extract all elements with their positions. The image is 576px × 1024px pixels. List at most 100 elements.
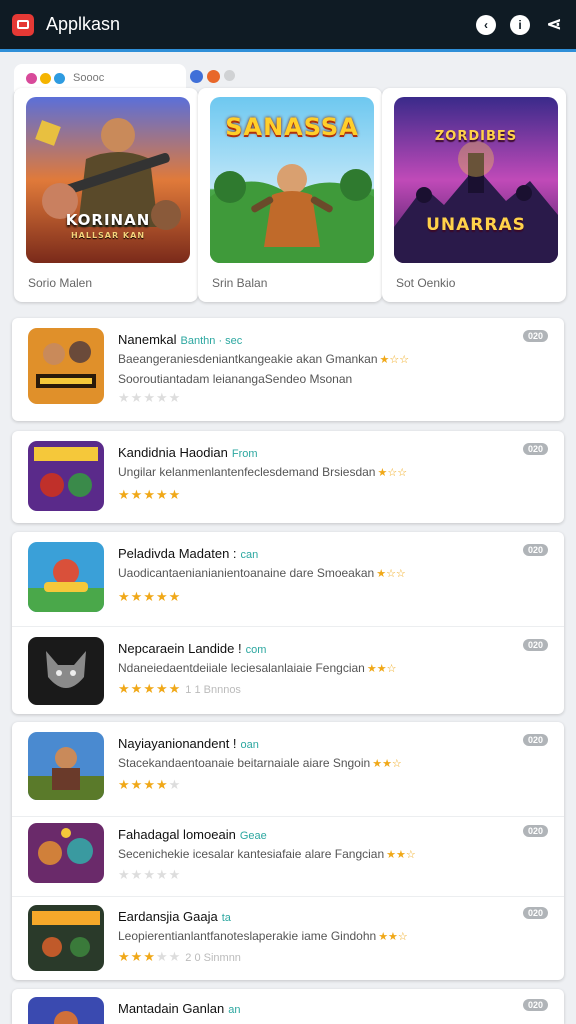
appbar-actions: ‹ i ⋖ xyxy=(476,14,564,35)
list-item[interactable]: Kandidnia Haodian From Ungilar kelanmenla… xyxy=(12,431,564,523)
list-item[interactable]: Nayiayanionandent ! oan Stacekandaentoana… xyxy=(12,722,564,816)
list-item-tag: From xyxy=(231,448,258,460)
list-item-title: Nayiayanionandent ! oan xyxy=(118,736,259,751)
featured-card-2-label: Srin Balan xyxy=(212,276,268,290)
rating-stars: ★★★★★ 1 1 Bnnnos xyxy=(118,681,241,697)
star-filled-icon: ★ xyxy=(143,681,156,696)
list-item-badge: 020 xyxy=(522,443,548,455)
star-filled-icon: ★ xyxy=(155,589,169,604)
featured-card-3[interactable]: ZORDIBES UNARRAS Sot Oenkio xyxy=(382,88,566,302)
list-item[interactable]: Peladivda Madaten : can Uaodicantaeniania… xyxy=(12,532,564,626)
list-item-badge: 020 xyxy=(522,825,548,837)
featured-card-1-art: KORINAN HALLSAR KAN xyxy=(26,97,190,263)
star-icon: ★★☆ xyxy=(378,931,408,943)
featured-card-3-art-subtitle: UNARRAS xyxy=(426,215,526,235)
star-filled-icon: ★ xyxy=(118,681,131,696)
star-icon: ★☆☆ xyxy=(379,354,410,366)
list-item[interactable]: Nepcaraein Landide ! com Ndaneiedaentdeii… xyxy=(12,626,564,714)
list-item-tag: Banthn · sec xyxy=(180,335,243,347)
list-item-tag: com xyxy=(245,644,267,656)
featured-card-1-art-title: KORINAN xyxy=(65,211,151,229)
list-item-badge: 020 xyxy=(522,734,548,746)
list-item[interactable]: Eardansjia Gaaja ta Leopierentianlantfano… xyxy=(12,896,564,980)
star-empty-icon: ★ xyxy=(168,777,182,792)
list-item-badge: 020 xyxy=(522,544,548,556)
list-item-desc: Secenichekie icesalar kantesiafaie alare… xyxy=(118,847,416,861)
app-thumbnail xyxy=(28,542,104,612)
list-item-title: Nanemkal Banthn · sec xyxy=(118,332,243,347)
app-thumbnail xyxy=(28,997,104,1024)
list-item-tag: an xyxy=(228,1004,241,1016)
star-filled-icon: ★ xyxy=(118,777,131,792)
star-empty-icon: ★ xyxy=(143,867,156,882)
star-empty-icon: ★ xyxy=(130,867,144,882)
info-icon[interactable]: i xyxy=(510,14,530,35)
list-item[interactable]: Nanemkal Banthn · sec Baeangeraniesdenian… xyxy=(12,318,564,421)
app-title: Applkasn xyxy=(46,14,121,34)
list-item-tag: ta xyxy=(221,912,231,924)
star-icon: ★★☆ xyxy=(372,758,402,770)
rating-stars: ★★★★★ xyxy=(118,589,181,605)
app-thumbnail xyxy=(28,732,104,800)
list-item-tag: oan xyxy=(240,739,259,751)
list-item-tag: can xyxy=(240,549,259,561)
list-item-badge: 020 xyxy=(522,330,548,342)
app-list-card: Nayiayanionandent ! oan Stacekandaentoana… xyxy=(12,722,564,980)
app-list-card: Mantadain Ganlan an 020 xyxy=(12,989,564,1024)
grey-dot-icon[interactable] xyxy=(224,70,235,81)
rating-stars: ★★★★★ 2 0 Sinmnn xyxy=(118,949,241,965)
orange-circle-icon[interactable] xyxy=(207,70,220,83)
list-item-title: Mantadain Ganlan an xyxy=(118,1001,241,1016)
star-filled-icon: ★ xyxy=(130,777,144,792)
blue-circle-icon[interactable] xyxy=(190,70,203,83)
list-item-title: Kandidnia Haodian From xyxy=(118,445,258,460)
rating-count: 1 1 Bnnnos xyxy=(185,684,241,696)
list-item-desc: Ndaneiedaentdeiiale leciesalanlaiaie Fen… xyxy=(118,661,397,675)
featured-section: Soooc KORINAN HALLSAR KAN Sorio Malen SA… xyxy=(12,64,566,304)
list-item-title: Eardansjia Gaaja ta xyxy=(118,909,231,924)
list-item-desc: Uaodicantaenianianientoanaine dare Smoea… xyxy=(118,566,406,580)
app-bar: Applkasn ‹ i ⋖ xyxy=(0,0,576,52)
star-filled-icon: ★ xyxy=(155,777,169,792)
app-list-card: Peladivda Madaten : can Uaodicantaeniania… xyxy=(12,532,564,714)
featured-card-2[interactable]: SANASSA Srin Balan xyxy=(198,88,382,302)
list-item-title: Nepcaraein Landide ! com xyxy=(118,641,267,656)
list-item-desc: Baeangeraniesdeniantkangeakie akan Gmank… xyxy=(118,352,410,366)
star-filled-icon: ★ xyxy=(143,777,156,792)
featured-card-1[interactable]: KORINAN HALLSAR KAN Sorio Malen xyxy=(14,88,198,302)
rating-stars: ★★★★★ xyxy=(118,867,181,883)
star-filled-icon: ★ xyxy=(130,487,144,502)
list-item[interactable]: Mantadain Ganlan an 020 xyxy=(12,989,564,1024)
rating-count: 2 0 Sinmnn xyxy=(185,952,241,964)
rating-stars: ★★★★★ xyxy=(118,777,181,793)
app-thumbnail xyxy=(28,441,104,511)
list-item-desc: Leopierentianlantfanoteslaperakie iame G… xyxy=(118,929,408,943)
star-empty-icon: ★ xyxy=(155,390,169,405)
app-thumbnail xyxy=(28,637,104,705)
blue-dot-icon xyxy=(54,72,65,84)
featured-card-2-art-title: SANASSA xyxy=(225,113,359,141)
list-item[interactable]: Fahadagal lomoeain Geae Secenichekie ices… xyxy=(12,816,564,896)
rating-stars: ★★★★★ xyxy=(118,390,181,406)
featured-card-1-art-subtitle: HALLSAR KAN xyxy=(70,231,146,240)
list-item-desc-2: Sooroutiantadam leianangaSendeo Msonan xyxy=(118,372,353,386)
back-icon[interactable]: ‹ xyxy=(476,14,496,35)
star-empty-icon: ★ xyxy=(130,390,144,405)
star-empty-icon: ★ xyxy=(118,390,131,405)
star-filled-icon: ★ xyxy=(143,589,156,604)
featured-card-2-art: SANASSA xyxy=(210,97,374,263)
star-empty-icon: ★ xyxy=(168,390,182,405)
star-empty-icon: ★ xyxy=(155,949,169,964)
share-icon[interactable]: ⋖ xyxy=(544,14,564,35)
featured-tab-label: Soooc xyxy=(73,72,105,84)
star-empty-icon: ★ xyxy=(168,867,182,882)
star-empty-icon: ★ xyxy=(155,867,169,882)
star-filled-icon: ★ xyxy=(130,681,144,696)
list-item-badge: 020 xyxy=(522,907,548,919)
star-icon: ★☆☆ xyxy=(377,467,408,479)
app-thumbnail xyxy=(28,328,104,404)
star-filled-icon: ★ xyxy=(168,681,182,696)
rating-stars: ★★★★★ xyxy=(118,487,181,503)
featured-card-3-art-title: ZORDIBES xyxy=(434,129,518,144)
app-list-card: Nanemkal Banthn · sec Baeangeraniesdenian… xyxy=(12,318,564,421)
